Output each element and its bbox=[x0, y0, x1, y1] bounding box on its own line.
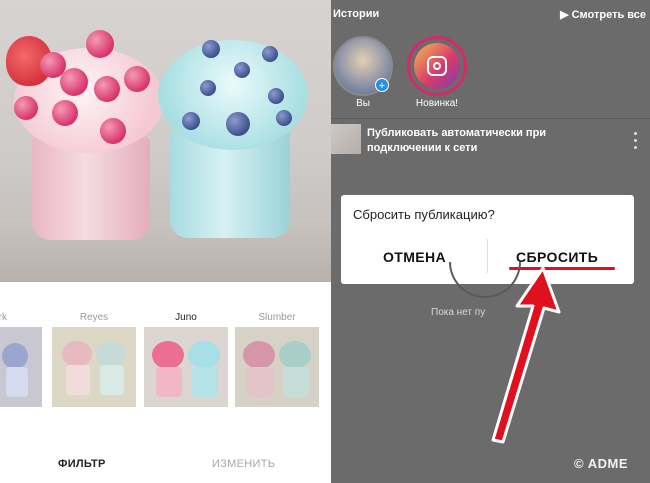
filter-label: Reyes bbox=[79, 312, 109, 323]
divider bbox=[331, 118, 650, 119]
raspberry bbox=[14, 96, 38, 120]
blueberry bbox=[182, 112, 200, 130]
screenshot-composite: ark Reyes Juno Slumber ФИЛЬТР ИЗМЕНИТЬ bbox=[0, 0, 650, 483]
watch-all-link[interactable]: ▶ Смотреть все bbox=[560, 8, 646, 21]
filter-label: ark bbox=[0, 312, 7, 323]
blueberry bbox=[202, 40, 220, 58]
filter-thumb-juno[interactable] bbox=[144, 327, 228, 407]
story-avatar-new[interactable] bbox=[407, 36, 467, 96]
draft-thumbnail bbox=[331, 124, 361, 154]
red-arrow-annotation bbox=[491, 266, 561, 444]
filter-label-selected: Juno bbox=[175, 312, 197, 323]
more-options-icon[interactable] bbox=[634, 132, 638, 150]
cancel-button[interactable]: ОТМЕНА bbox=[383, 249, 446, 265]
stories-title: Истории bbox=[333, 8, 380, 20]
blueberry bbox=[226, 112, 250, 136]
empty-state-text: Пока нет пу bbox=[431, 307, 486, 318]
filter-editor-screen: ark Reyes Juno Slumber ФИЛЬТР ИЗМЕНИТЬ bbox=[0, 0, 331, 483]
blueberry bbox=[200, 80, 216, 96]
raspberry bbox=[124, 66, 150, 92]
filter-thumb-reyes[interactable] bbox=[52, 327, 136, 407]
filter-thumb-slumber[interactable] bbox=[235, 327, 319, 407]
raspberry bbox=[100, 118, 126, 144]
blueberry bbox=[268, 88, 284, 104]
blueberry bbox=[262, 46, 278, 62]
filter-thumb-ark[interactable] bbox=[0, 327, 42, 407]
blueberry bbox=[276, 110, 292, 126]
dialog-title: Сбросить публикацию? bbox=[353, 207, 495, 222]
instagram-logo-icon bbox=[414, 43, 460, 89]
photo-preview bbox=[0, 0, 331, 282]
tab-filter[interactable]: ФИЛЬТР bbox=[58, 458, 106, 470]
raspberry bbox=[60, 68, 88, 96]
raspberry bbox=[86, 30, 114, 58]
tab-edit[interactable]: ИЗМЕНИТЬ bbox=[212, 458, 275, 470]
blueberry bbox=[234, 62, 250, 78]
story-label-new: Новинка! bbox=[415, 98, 459, 109]
story-label-you: Вы bbox=[356, 98, 370, 109]
add-story-plus-icon[interactable]: + bbox=[375, 78, 389, 92]
watermark: © ADME bbox=[574, 456, 628, 471]
raspberry bbox=[52, 100, 78, 126]
reset-dialog-screen: Истории ▶ Смотреть все + Вы Новинка! Пуб… bbox=[331, 0, 650, 483]
raspberry bbox=[94, 76, 120, 102]
auto-publish-text: Публиковать автоматически при подключени… bbox=[367, 127, 547, 154]
filter-label: Slumber bbox=[258, 312, 296, 323]
